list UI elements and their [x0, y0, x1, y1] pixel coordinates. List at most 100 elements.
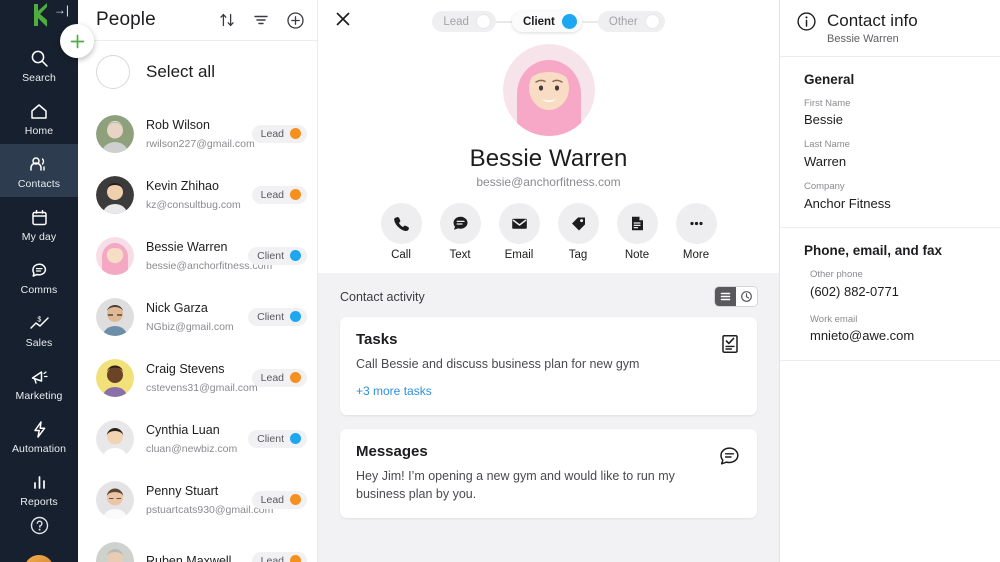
contacts-icon [0, 152, 78, 176]
status-badge[interactable]: Client [248, 429, 307, 448]
contact-info-titles: Contact info Bessie Warren [827, 11, 918, 45]
sidebar-item-marketing[interactable]: Marketing [0, 356, 78, 409]
field-label: First Name [804, 97, 851, 109]
status-badge[interactable]: Client [248, 246, 307, 265]
stage-dot-other [644, 14, 660, 29]
list-item[interactable]: Cynthia Luan cluan@newbiz.com Client [78, 408, 317, 469]
keap-logo[interactable] [22, 2, 56, 28]
field-value: (602) 882-0771 [810, 283, 899, 299]
list-view-icon[interactable] [715, 287, 736, 306]
list-item-text: Craig Stevens cstevens31@gmail.com [146, 360, 258, 396]
status-badge[interactable]: Lead [251, 124, 307, 143]
stage-option-client[interactable]: Client [511, 11, 582, 32]
info-panel-title: Contact info [827, 11, 918, 30]
list-item[interactable]: Nick Garza NGbiz@gmail.com Client [78, 286, 317, 347]
checklist-icon [719, 333, 741, 360]
help-circle-icon[interactable] [29, 515, 50, 541]
sidebar-item-automation[interactable]: Automation [0, 409, 78, 462]
field-other-phone[interactable]: Other phone (602) 882-0771 [804, 269, 986, 300]
status-label: Lead [260, 554, 284, 562]
field-company[interactable]: Company Anchor Fitness [804, 181, 986, 212]
select-all-row[interactable]: Select all [78, 41, 317, 103]
avatar [96, 114, 134, 153]
list-item-text: Penny Stuart pstuartcats930@gmail.com [146, 482, 273, 518]
status-dot [290, 555, 301, 562]
stage-label-client: Client [522, 15, 555, 28]
field-value: mnieto@awe.com [810, 328, 915, 344]
create-new-button[interactable] [60, 24, 94, 58]
people-header-actions [217, 10, 305, 30]
list-item[interactable]: Kevin Zhihao kz@consultbug.com Lead [78, 164, 317, 225]
field-label: Company [804, 181, 845, 193]
contact-avatar-large [502, 44, 595, 136]
stage-dot-client [561, 14, 577, 29]
svg-text:$: $ [37, 316, 41, 323]
status-dot [290, 494, 301, 505]
status-dot [290, 189, 301, 200]
field-value: Bessie [804, 111, 844, 127]
chat-icon [0, 258, 78, 282]
sort-arrows-icon[interactable] [217, 10, 237, 30]
status-badge[interactable]: Lead [251, 368, 307, 387]
tag-button[interactable]: Tag [555, 203, 601, 261]
list-item-bessie-warren[interactable]: Bessie Warren bessie@anchorfitness.com C… [78, 225, 317, 286]
field-work-email[interactable]: Work email mnieto@awe.com [804, 314, 986, 345]
contacts-list: Select all Rob Wilson rwilson227@gmail.c… [78, 41, 317, 562]
stage-connector [581, 20, 598, 23]
sidebar-label-comms: Comms [20, 284, 58, 296]
sidebar-item-sales[interactable]: $ Sales [0, 303, 78, 356]
sidebar-label-contacts: Contacts [17, 178, 61, 190]
list-item[interactable]: Craig Stevens cstevens31@gmail.com Lead [78, 347, 317, 408]
status-label: Client [257, 249, 284, 262]
select-all-checkbox[interactable] [96, 55, 130, 89]
sidebar-item-reports[interactable]: Reports [0, 462, 78, 515]
close-icon[interactable] [334, 10, 352, 33]
avatar [96, 541, 134, 562]
status-badge[interactable]: Lead [251, 490, 307, 509]
list-item[interactable]: Penny Stuart pstuartcats930@gmail.com Le… [78, 469, 317, 530]
avatar [96, 175, 134, 214]
note-button[interactable]: Note [614, 203, 660, 261]
field-first-name[interactable]: First Name Bessie [804, 98, 986, 129]
sidebar-item-contacts[interactable]: Contacts [0, 144, 78, 197]
general-section-title: General [804, 71, 855, 87]
ellipsis-icon [675, 203, 717, 244]
list-item-text: Bessie Warren bessie@anchorfitness.com [146, 238, 272, 274]
contact-email: rwilson227@gmail.com [146, 137, 255, 150]
email-button[interactable]: Email [496, 203, 542, 261]
more-tasks-link[interactable]: +3 more tasks [356, 384, 432, 398]
field-last-name[interactable]: Last Name Warren [804, 139, 986, 170]
filter-icon[interactable] [251, 10, 271, 30]
phone-email-fax-section: Phone, email, and fax Other phone (602) … [780, 228, 1000, 361]
list-item[interactable]: Ruben Maxwell Lead [78, 530, 317, 562]
contact-email: cstevens31@gmail.com [146, 381, 258, 394]
list-item[interactable]: Rob Wilson rwilson227@gmail.com Lead [78, 103, 317, 164]
sidebar-item-home[interactable]: Home [0, 91, 78, 144]
messages-card[interactable]: Messages Hey Jim! I’m opening a new gym … [340, 429, 757, 519]
general-section: General First Name Bessie Last Name Warr… [780, 57, 1000, 229]
tasks-card[interactable]: Tasks Call Bessie and discuss business p… [340, 317, 757, 416]
avatar [96, 419, 134, 458]
sidebar-item-my-day[interactable]: My day [0, 197, 78, 250]
status-badge[interactable]: Lead [251, 185, 307, 204]
stage-option-other[interactable]: Other [597, 11, 665, 32]
field-label: Other phone [810, 269, 863, 281]
sidebar-label-automation: Automation [11, 443, 67, 455]
contact-name-heading: Bessie Warren [469, 145, 628, 172]
collapse-panel-icon[interactable]: →| [54, 4, 69, 16]
sidebar-item-comms[interactable]: Comms [0, 250, 78, 303]
stage-option-lead[interactable]: Lead [432, 11, 496, 32]
sidebar-label-sales: Sales [25, 337, 53, 349]
avatar[interactable] [24, 555, 54, 562]
calendar-icon [0, 205, 78, 229]
contact-name: Cynthia Luan [146, 422, 220, 437]
status-badge[interactable]: Client [248, 307, 307, 326]
clock-history-icon[interactable] [736, 287, 757, 306]
status-badge[interactable]: Lead [251, 551, 307, 562]
avatar [96, 480, 134, 519]
add-contact-icon[interactable] [285, 10, 305, 30]
more-button[interactable]: More [673, 203, 719, 261]
contact-name: Rob Wilson [146, 117, 210, 132]
call-button[interactable]: Call [378, 203, 424, 261]
text-button[interactable]: Text [437, 203, 483, 261]
